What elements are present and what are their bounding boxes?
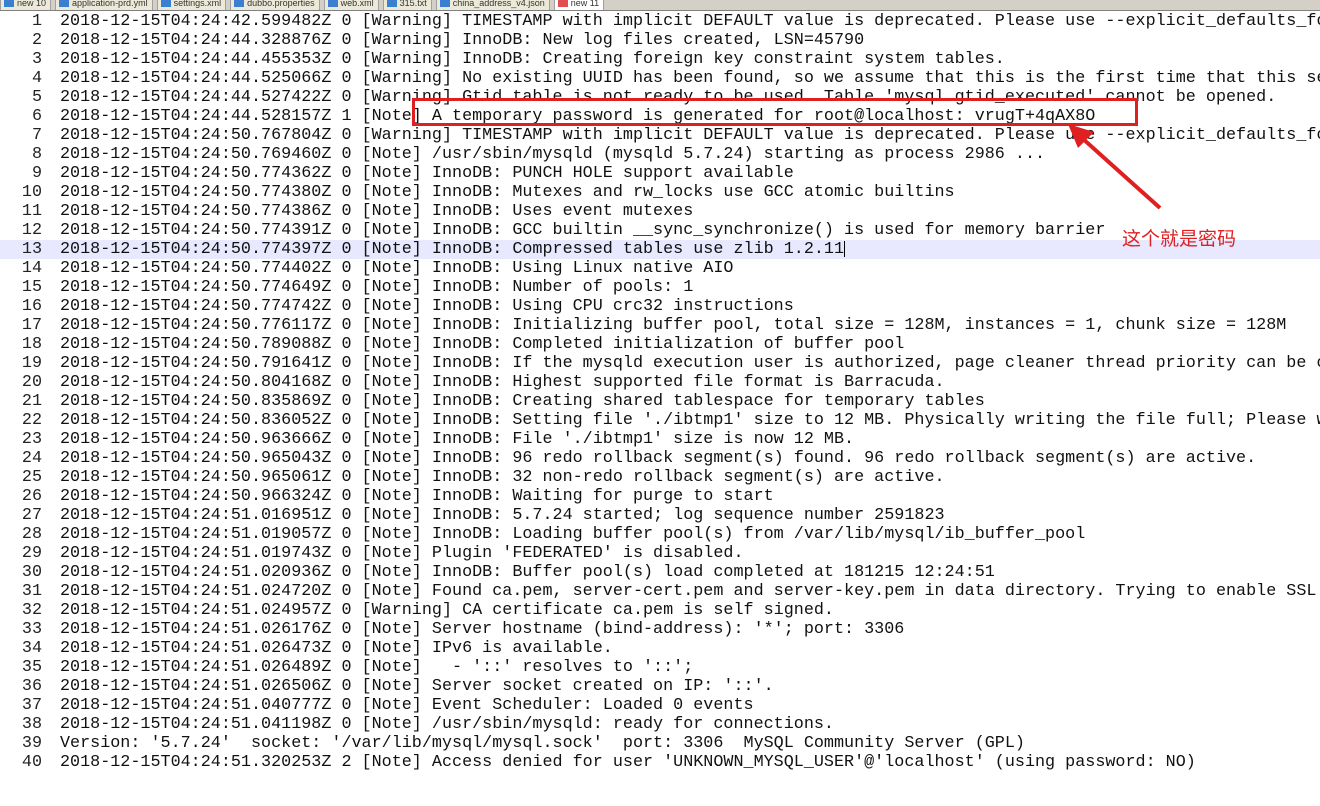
annotation-note: 这个就是密码: [1122, 228, 1237, 250]
arrow-icon: [1068, 124, 1162, 210]
arrow-shaft: [1080, 136, 1162, 210]
